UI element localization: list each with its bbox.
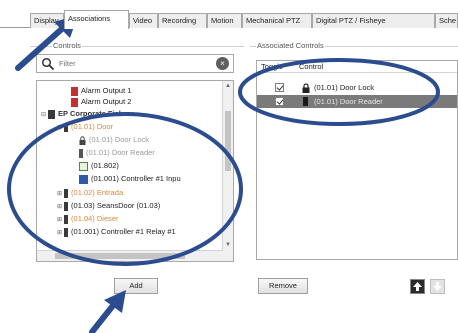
filter-input[interactable]	[59, 57, 209, 70]
tab-display[interactable]: Display	[30, 13, 64, 28]
tab-bar: Display Associations Video Recording Mot…	[0, 10, 458, 29]
tab-mechanical-ptz[interactable]: Mechanical PTZ	[242, 13, 312, 28]
annotation-arrow-icon	[89, 290, 126, 333]
arrow-up-icon	[413, 282, 422, 291]
alarm-output-icon	[71, 97, 78, 107]
controls-tree[interactable]: Alarm Output 1 Alarm Output 2 ⊟ EP Corpor…	[36, 80, 234, 262]
tab-schedule[interactable]: Sche	[435, 13, 458, 28]
alarm-output-icon	[71, 86, 78, 96]
arrow-down-icon	[433, 282, 442, 291]
tree-item[interactable]: (01.802)	[79, 160, 119, 171]
tree-item[interactable]: (01.01) Door Lock	[79, 134, 149, 145]
tab-digital-ptz-fisheye[interactable]: Digital PTZ / Fisheye	[312, 13, 435, 28]
tree-item-site[interactable]: ⊟ EP Corporate Fishers	[41, 108, 135, 119]
tab-video[interactable]: Video	[129, 13, 158, 28]
scroll-thumb[interactable]	[55, 253, 185, 259]
controller-input-icon	[79, 174, 88, 184]
toggle-checkbox[interactable]	[275, 97, 284, 106]
tree-horizontal-scrollbar[interactable]	[37, 250, 223, 261]
tree-item-door[interactable]: ⊟ (01.01) Door	[57, 121, 113, 132]
tree-item[interactable]: Alarm Output 2	[71, 96, 131, 107]
door-icon	[64, 188, 69, 198]
relay-icon	[64, 227, 69, 237]
controls-group-label: Controls	[52, 41, 82, 50]
tree-item-door[interactable]: ⊞ (01.03) SeansDoor (01.03)	[57, 200, 160, 211]
scroll-thumb[interactable]	[225, 111, 231, 171]
door-icon	[64, 201, 69, 211]
tab-associations[interactable]: Associations	[64, 10, 129, 29]
tab-motion[interactable]: Motion	[207, 13, 242, 28]
tree-item[interactable]: Alarm Output 1	[71, 85, 131, 96]
toggle-checkbox[interactable]	[275, 83, 284, 92]
tree-vertical-scrollbar[interactable]: ▲ ▼	[222, 81, 233, 261]
tab-recording[interactable]: Recording	[158, 13, 207, 28]
input-icon	[79, 161, 88, 171]
tree-item-door[interactable]: ⊞ (01.02) Entrada	[57, 187, 123, 198]
add-button[interactable]: Add	[114, 278, 158, 294]
tree-item[interactable]: (01.001) Controller #1 Inpu	[79, 173, 181, 184]
collapse-icon[interactable]: ⊟	[57, 125, 62, 131]
associated-controls-grid[interactable]: Toggle Control (01.01) Door Lock (01.01)…	[256, 60, 458, 260]
door-icon	[64, 122, 69, 132]
clear-filter-icon[interactable]: ×	[216, 57, 229, 70]
expand-icon[interactable]: ⊞	[57, 204, 62, 210]
scroll-down-icon[interactable]: ▼	[224, 242, 232, 248]
expand-icon[interactable]: ⊞	[57, 230, 62, 236]
filter-box: ×	[36, 54, 234, 73]
associated-group-label: Associated Controls	[256, 41, 325, 50]
door-icon	[64, 214, 69, 224]
move-up-button[interactable]	[410, 279, 425, 294]
remove-button[interactable]: Remove	[258, 278, 308, 294]
tree-item-door[interactable]: ⊞ (01.04) Dieser	[57, 213, 119, 224]
grid-header: Toggle Control	[257, 61, 457, 73]
tree-item[interactable]: (01.01) Door Reader	[79, 147, 155, 158]
table-row[interactable]: (01.01) Door Reader	[257, 95, 457, 108]
lock-icon	[79, 135, 86, 145]
site-icon	[48, 109, 56, 119]
search-icon	[41, 57, 55, 71]
control-column-header[interactable]: Control	[299, 61, 323, 72]
move-down-button[interactable]	[430, 279, 445, 294]
reader-icon	[303, 97, 308, 106]
collapse-icon[interactable]: ⊟	[41, 112, 46, 118]
table-row[interactable]: (01.01) Door Lock	[257, 81, 457, 94]
expand-icon[interactable]: ⊞	[57, 191, 62, 197]
tree-item[interactable]: ⊞ (01.001) Controller #1 Relay #1	[57, 226, 176, 237]
scroll-up-icon[interactable]: ▲	[224, 83, 232, 89]
toggle-column-header[interactable]: Toggle	[261, 61, 283, 72]
expand-icon[interactable]: ⊞	[57, 217, 62, 223]
reader-icon	[79, 148, 83, 158]
